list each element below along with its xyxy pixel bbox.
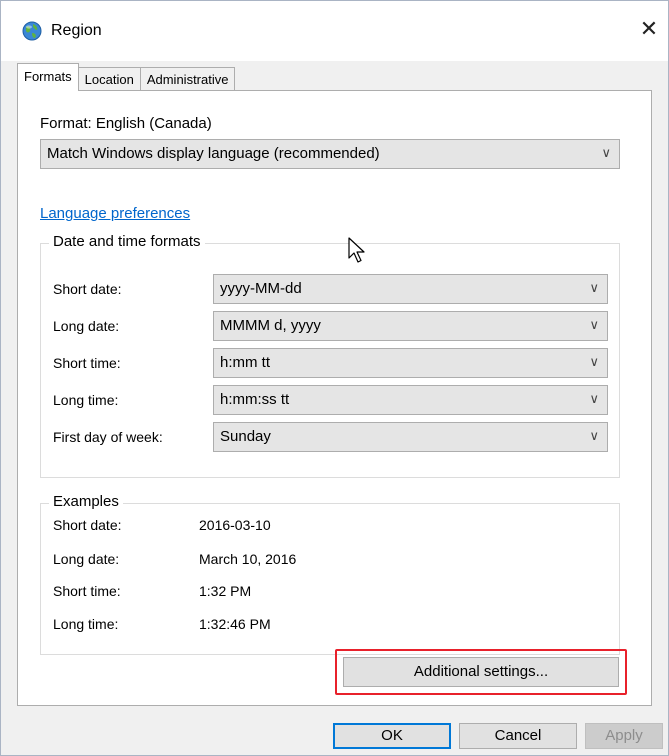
cancel-button[interactable]: Cancel	[459, 723, 577, 749]
chevron-down-icon: ∨	[589, 355, 599, 370]
long-date-label: Long date:	[53, 318, 120, 334]
tab-location[interactable]: Location	[77, 67, 141, 91]
long-time-value: h:mm:ss tt	[220, 391, 290, 408]
chevron-down-icon: ∨	[601, 146, 611, 161]
globe-icon	[21, 20, 43, 42]
window-title: Region	[51, 22, 102, 39]
first-day-of-week-value: Sunday	[220, 428, 271, 445]
tab-strip: Formats Location Administrative	[17, 63, 236, 91]
date-time-formats-group: Date and time formats Short date: yyyy-M…	[40, 233, 620, 478]
long-date-dropdown[interactable]: MMMM d, yyyy ∨	[213, 311, 608, 341]
long-time-dropdown[interactable]: h:mm:ss tt ∨	[213, 385, 608, 415]
group-title: Examples	[49, 493, 123, 510]
example-long-date-label: Long date:	[53, 551, 120, 567]
chevron-down-icon: ∨	[589, 318, 599, 333]
language-preferences-link[interactable]: Language preferences	[40, 205, 190, 222]
formats-panel: Format: English (Canada) Match Windows d…	[17, 90, 652, 706]
example-long-time-label: Long time:	[53, 616, 119, 632]
additional-settings-button[interactable]: Additional settings...	[343, 657, 619, 687]
chevron-down-icon: ∨	[589, 392, 599, 407]
long-time-label: Long time:	[53, 392, 119, 408]
short-time-dropdown[interactable]: h:mm tt ∨	[213, 348, 608, 378]
example-long-time-value: 1:32:46 PM	[199, 616, 271, 632]
short-date-dropdown[interactable]: yyyy-MM-dd ∨	[213, 274, 608, 304]
first-day-of-week-label: First day of week:	[53, 429, 163, 445]
tab-administrative[interactable]: Administrative	[139, 67, 236, 91]
short-time-label: Short time:	[53, 355, 121, 371]
example-short-date-value: 2016-03-10	[199, 517, 271, 533]
short-date-value: yyyy-MM-dd	[220, 280, 302, 297]
short-time-value: h:mm tt	[220, 354, 271, 371]
tab-formats[interactable]: Formats	[17, 63, 79, 91]
example-short-time-value: 1:32 PM	[199, 583, 252, 599]
format-label: Format: English (Canada)	[40, 115, 212, 132]
example-short-date-label: Short date:	[53, 517, 122, 533]
format-dropdown[interactable]: Match Windows display language (recommen…	[40, 139, 620, 169]
short-date-label: Short date:	[53, 281, 122, 297]
chevron-down-icon: ∨	[589, 429, 599, 444]
group-title: Date and time formats	[49, 233, 205, 250]
example-short-time-label: Short time:	[53, 583, 121, 599]
dialog-body: Formats Location Administrative Format: …	[1, 61, 668, 755]
example-long-date-value: March 10, 2016	[199, 551, 297, 567]
format-dropdown-value: Match Windows display language (recommen…	[47, 145, 380, 162]
chevron-down-icon: ∨	[589, 281, 599, 296]
mouse-pointer-icon	[348, 237, 368, 265]
apply-button[interactable]: Apply	[585, 723, 663, 749]
region-dialog: Region ✕ Formats Location Administrative…	[0, 0, 669, 756]
long-date-value: MMMM d, yyyy	[220, 317, 321, 334]
examples-group: Examples Short date: 2016-03-10 Long dat…	[40, 493, 620, 655]
first-day-of-week-dropdown[interactable]: Sunday ∨	[213, 422, 608, 452]
ok-button[interactable]: OK	[333, 723, 451, 749]
title-bar: Region ✕	[1, 1, 668, 61]
close-button[interactable]: ✕	[630, 11, 668, 49]
